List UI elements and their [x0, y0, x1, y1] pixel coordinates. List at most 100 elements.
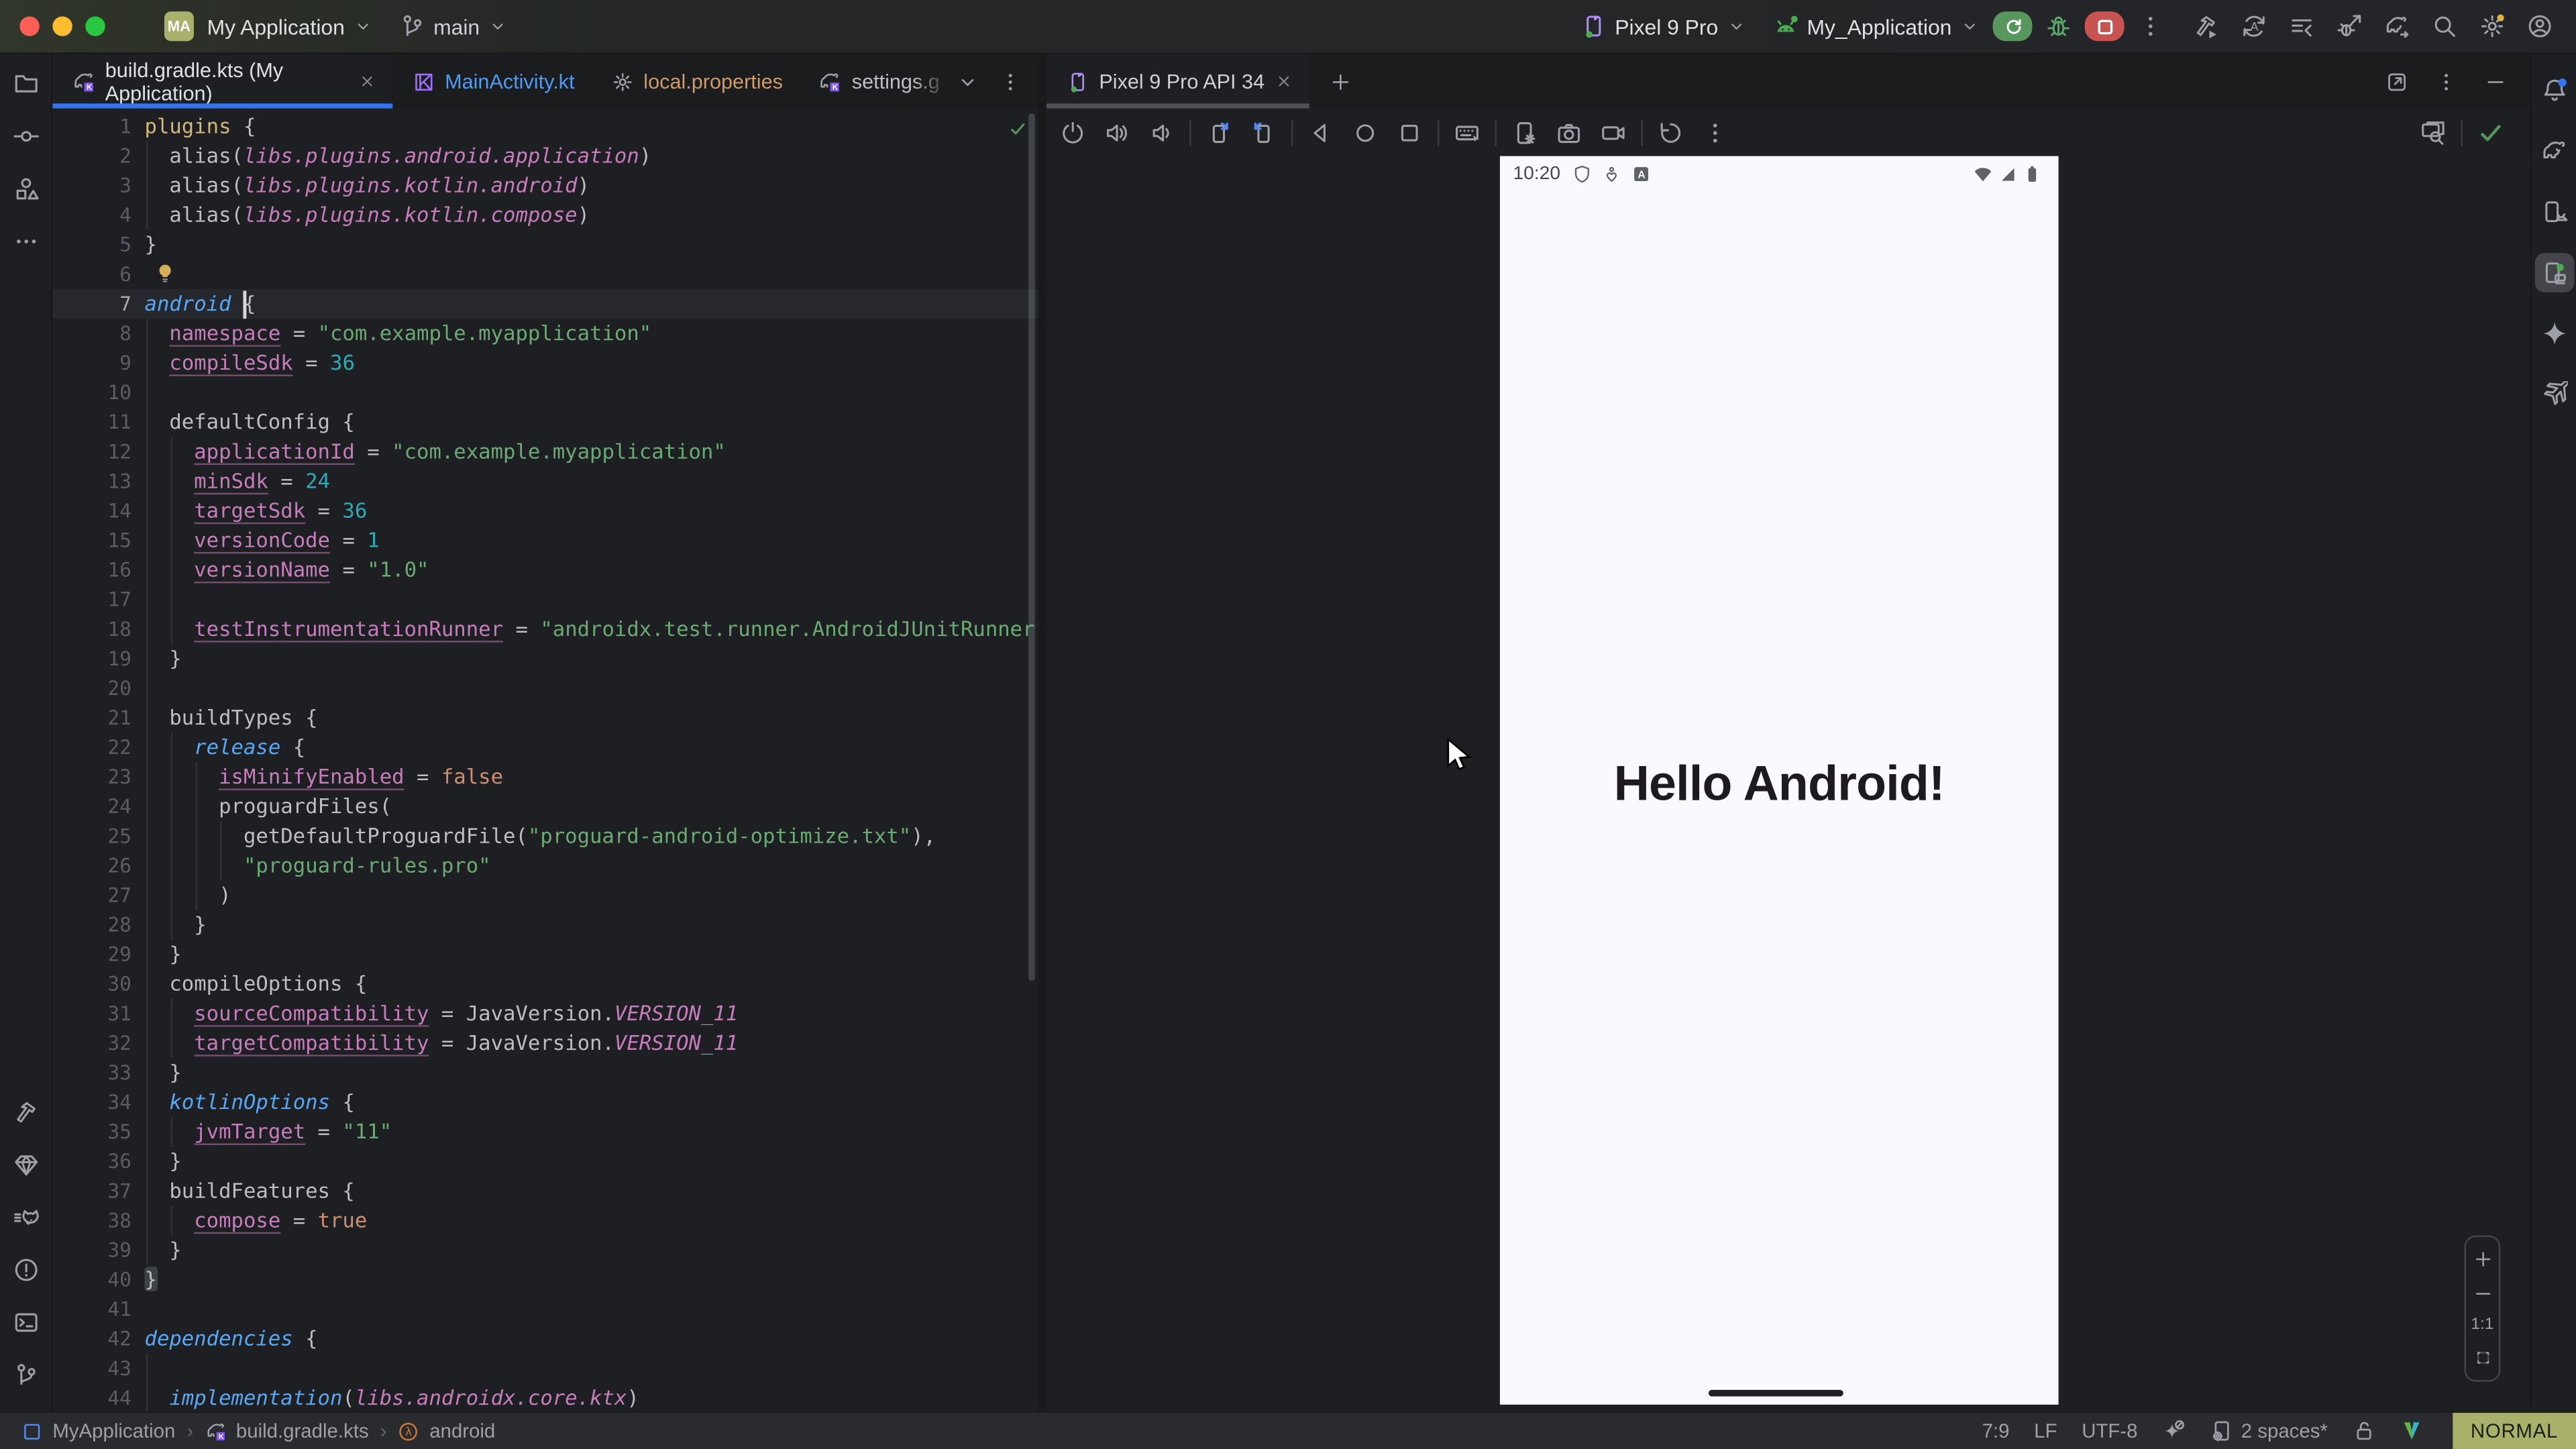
- gradle-elephant-tool-button[interactable]: [2534, 131, 2574, 171]
- code-line-20[interactable]: 20: [52, 674, 1038, 703]
- code-line-6[interactable]: 6: [52, 260, 1038, 289]
- gesture-navigation-bar[interactable]: [1709, 1390, 1843, 1397]
- editor-tab-1[interactable]: Kbuild.gradle.kts (My Application): [52, 54, 392, 109]
- zoom-out-button[interactable]: [2471, 1283, 2493, 1304]
- zoom-actual-size-button[interactable]: 1:1: [2471, 1316, 2493, 1334]
- code-line-17[interactable]: 17: [52, 585, 1038, 614]
- indent-widget[interactable]: 2 spaces*: [2210, 1419, 2328, 1442]
- device-settings-icon[interactable]: [1511, 119, 1538, 146]
- code-line-29[interactable]: 29 }: [52, 940, 1038, 969]
- video-record-icon[interactable]: [1600, 119, 1626, 146]
- code-line-39[interactable]: 39 }: [52, 1236, 1038, 1265]
- code-line-11[interactable]: 11 defaultConfig {: [52, 407, 1038, 437]
- ui-check-icon[interactable]: [2420, 119, 2446, 146]
- code-line-3[interactable]: 3 alias(libs.plugins.kotlin.android): [52, 171, 1038, 201]
- folder-icon[interactable]: [13, 70, 40, 97]
- emulator-screen[interactable]: 10:20 A Hello Android!: [1500, 156, 2059, 1405]
- code-line-15[interactable]: 15 versionCode = 1: [52, 526, 1038, 555]
- run-configuration-selector[interactable]: My_Application: [1772, 13, 1980, 40]
- code-line-4[interactable]: 4 alias(libs.plugins.kotlin.compose): [52, 201, 1038, 230]
- code-line-35[interactable]: 35 jvmTarget = "11": [52, 1117, 1038, 1146]
- gem-icon[interactable]: [13, 1152, 40, 1178]
- code-line-28[interactable]: 28 }: [52, 910, 1038, 940]
- code-line-8[interactable]: 8 namespace = "com.example.myapplication…: [52, 319, 1038, 348]
- volume-up-icon[interactable]: [1104, 119, 1130, 146]
- editor-tab-4[interactable]: Ksettings.g: [799, 54, 956, 109]
- code-line-26[interactable]: 26 "proguard-rules.pro": [52, 851, 1038, 881]
- kebab-icon[interactable]: [2434, 70, 2457, 93]
- more-run-options-button[interactable]: [2137, 13, 2163, 40]
- logcat-cat-icon[interactable]: [13, 1204, 40, 1230]
- project-widget[interactable]: My Application: [207, 14, 373, 39]
- close-x-icon[interactable]: [358, 72, 376, 91]
- minimize-icon[interactable]: [2484, 70, 2507, 93]
- problems-icon[interactable]: [13, 1256, 40, 1283]
- code-line-43[interactable]: 43: [52, 1354, 1038, 1383]
- code-editor[interactable]: 1plugins {2 alias(libs.plugins.android.a…: [52, 109, 1038, 1411]
- check-green-icon[interactable]: [2477, 119, 2504, 146]
- vim-logo-icon[interactable]: [2400, 1419, 2423, 1442]
- code-line-9[interactable]: 9 compileSdk = 36: [52, 348, 1038, 378]
- code-line-44[interactable]: 44 implementation(libs.androidx.core.ktx…: [52, 1383, 1038, 1411]
- stop-button[interactable]: [2085, 11, 2125, 41]
- code-line-36[interactable]: 36 }: [52, 1146, 1038, 1176]
- hammer-icon[interactable]: [13, 1099, 40, 1125]
- settings-icon[interactable]: [2479, 13, 2506, 40]
- code-line-18[interactable]: 18 testInstrumentationRunner = "androidx…: [52, 614, 1038, 644]
- breadcrumb-item[interactable]: λandroid: [398, 1419, 496, 1442]
- editor-tab-3[interactable]: local.properties: [591, 54, 799, 109]
- breadcrumb-item[interactable]: MyApplication: [21, 1419, 175, 1442]
- code-line-38[interactable]: 38 compose = true: [52, 1206, 1038, 1236]
- code-line-16[interactable]: 16 versionName = "1.0": [52, 555, 1038, 585]
- code-line-41[interactable]: 41: [52, 1295, 1038, 1324]
- zoom-window-button[interactable]: [85, 16, 105, 36]
- nav-home-icon[interactable]: [1352, 119, 1379, 146]
- code-line-22[interactable]: 22 release {: [52, 733, 1038, 762]
- inspections-ok-icon[interactable]: [1009, 120, 1027, 138]
- keyboard-input-icon[interactable]: [1454, 119, 1480, 146]
- code-line-2[interactable]: 2 alias(libs.plugins.android.application…: [52, 142, 1038, 171]
- code-line-10[interactable]: 10: [52, 378, 1038, 407]
- editor-panel-splitter[interactable]: [1038, 54, 1046, 1411]
- zoom-in-button[interactable]: [2471, 1248, 2493, 1270]
- kebab-icon[interactable]: [999, 70, 1022, 93]
- chevron-down-icon[interactable]: [956, 70, 979, 93]
- code-line-34[interactable]: 34 kotlinOptions {: [52, 1087, 1038, 1117]
- vim-mode-badge[interactable]: NORMAL: [2453, 1412, 2576, 1449]
- breadcrumb-item[interactable]: Kbuild.gradle.kts: [205, 1419, 368, 1442]
- git-branch-icon[interactable]: [13, 1362, 40, 1388]
- code-line-24[interactable]: 24 proguardFiles(: [52, 792, 1038, 821]
- search-icon[interactable]: [2431, 13, 2457, 40]
- rotate-right-icon[interactable]: [1250, 119, 1277, 146]
- volume-down-icon[interactable]: [1148, 119, 1175, 146]
- sparkle-tool-button[interactable]: [2534, 314, 2574, 354]
- code-line-12[interactable]: 12 applicationId = "com.example.myapplic…: [52, 437, 1038, 466]
- power-icon[interactable]: [1060, 119, 1086, 146]
- rerun-button[interactable]: [1993, 11, 2033, 41]
- code-line-21[interactable]: 21 buildTypes {: [52, 703, 1038, 733]
- nav-recents-icon[interactable]: [1397, 119, 1423, 146]
- code-line-33[interactable]: 33 }: [52, 1058, 1038, 1087]
- apply-code-icon[interactable]: [2288, 13, 2314, 40]
- code-line-37[interactable]: 37 buildFeatures {: [52, 1176, 1038, 1205]
- editor-scrollbar[interactable]: [1028, 113, 1035, 981]
- device-tab[interactable]: Pixel 9 Pro API 34: [1046, 54, 1309, 109]
- code-line-13[interactable]: 13 minSdk = 24: [52, 467, 1038, 496]
- add-device-tab-button[interactable]: [1329, 70, 1352, 93]
- zoom-to-fit-button[interactable]: [2471, 1347, 2493, 1368]
- intention-bulb-icon[interactable]: [154, 263, 176, 284]
- build-hammer-icon[interactable]: [2193, 13, 2219, 40]
- editor-tab-2[interactable]: MainActivity.kt: [392, 54, 591, 109]
- bell-tool-button[interactable]: [2534, 70, 2574, 110]
- profile-icon[interactable]: [2527, 13, 2553, 40]
- code-line-32[interactable]: 32 targetCompatibility = JavaVersion.VER…: [52, 1028, 1038, 1058]
- file-writable-icon[interactable]: [2353, 1419, 2375, 1442]
- commit-icon[interactable]: [13, 123, 40, 150]
- code-line-19[interactable]: 19 }: [52, 644, 1038, 674]
- vcs-branch-widget[interactable]: main: [399, 13, 508, 40]
- caret-position-widget[interactable]: 7:9: [1982, 1419, 2010, 1442]
- open-new-icon[interactable]: [2385, 70, 2408, 93]
- code-line-40[interactable]: 40}: [52, 1265, 1038, 1295]
- sync-a-icon[interactable]: A: [2241, 13, 2267, 40]
- running-devices-tool-button[interactable]: [2534, 253, 2574, 292]
